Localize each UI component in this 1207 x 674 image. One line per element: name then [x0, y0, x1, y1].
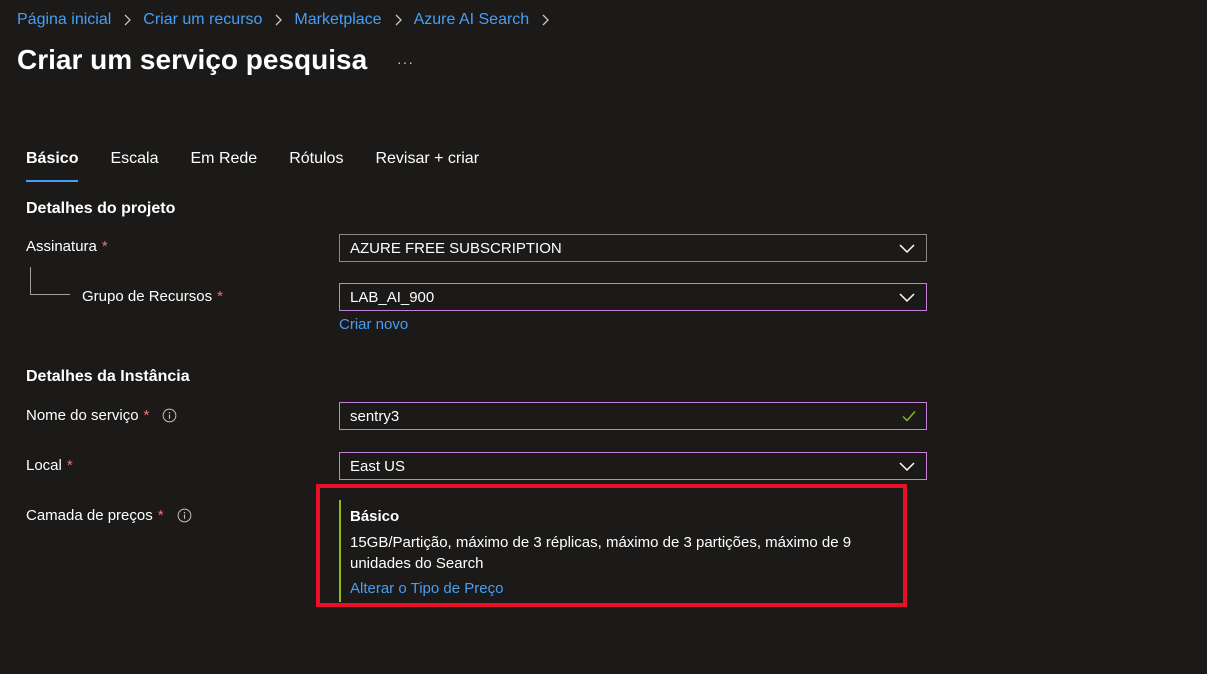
chevron-right-icon — [540, 14, 550, 26]
location-value: East US — [350, 457, 406, 475]
required-marker: * — [66, 457, 73, 474]
location-label-text: Local — [26, 457, 62, 474]
subscription-label-text: Assinatura — [26, 238, 97, 255]
required-marker: * — [217, 288, 223, 305]
chevron-down-icon — [898, 457, 916, 475]
subscription-label: Assinatura * — [26, 238, 108, 255]
chevron-right-icon — [122, 14, 132, 26]
chevron-right-icon — [393, 14, 403, 26]
project-details-heading: Detalhes do projeto — [26, 200, 176, 217]
tab-tags[interactable]: Rótulos — [289, 150, 343, 180]
required-marker: * — [143, 407, 150, 424]
service-name-input[interactable]: sentry3 — [339, 402, 927, 430]
resource-group-value: LAB_AI_900 — [350, 288, 435, 306]
pricing-tier-description: 15GB/Partição, máximo de 3 réplicas, máx… — [350, 534, 852, 572]
info-icon[interactable] — [177, 508, 192, 523]
resource-group-label: Grupo de Recursos * — [82, 288, 223, 305]
instance-details-heading: Detalhes da Instância — [26, 368, 190, 385]
service-name-label-text: Nome do serviço — [26, 407, 139, 424]
required-marker: * — [101, 238, 108, 255]
pricing-tier-summary: Básico 15GB/Partição, máximo de 3 réplic… — [339, 500, 899, 602]
chevron-down-icon — [898, 239, 916, 257]
subscription-dropdown[interactable]: AZURE FREE SUBSCRIPTION — [339, 234, 927, 262]
tab-review-create[interactable]: Revisar + criar — [375, 150, 479, 180]
breadcrumb-marketplace[interactable]: Marketplace — [294, 11, 381, 29]
page-title: Criar um serviço pesquisa — [17, 44, 368, 75]
info-icon[interactable] — [162, 408, 177, 423]
location-dropdown[interactable]: East US — [339, 452, 927, 480]
subscription-value: AZURE FREE SUBSCRIPTION — [350, 239, 562, 257]
more-options-button[interactable]: ··· — [397, 54, 414, 70]
pricing-tier-name: Básico — [350, 508, 400, 525]
chevron-down-icon — [898, 288, 916, 306]
tab-bar: Básico Escala Em Rede Rótulos Revisar + … — [26, 150, 511, 182]
service-name-value: sentry3 — [350, 407, 400, 425]
tab-scale[interactable]: Escala — [110, 150, 158, 180]
breadcrumb-azure-ai-search[interactable]: Azure AI Search — [414, 11, 530, 29]
tree-connector-line — [30, 294, 70, 295]
checkmark-icon — [901, 408, 917, 424]
tree-connector-line — [30, 267, 31, 294]
location-label: Local * — [26, 457, 73, 474]
chevron-right-icon — [273, 14, 283, 26]
required-marker: * — [157, 507, 164, 524]
tab-networking[interactable]: Em Rede — [191, 150, 258, 180]
tab-basics[interactable]: Básico — [26, 150, 79, 182]
breadcrumb-create-resource[interactable]: Criar um recurso — [143, 11, 262, 29]
service-name-label: Nome do serviço * — [26, 407, 177, 424]
pricing-tier-label: Camada de preços * — [26, 507, 192, 524]
breadcrumb: Página inicial Criar um recurso Marketpl… — [17, 9, 561, 31]
create-new-resource-group-link[interactable]: Criar novo — [339, 316, 408, 333]
resource-group-label-text: Grupo de Recursos — [82, 288, 213, 305]
pricing-tier-label-text: Camada de preços — [26, 507, 153, 524]
change-pricing-tier-link[interactable]: Alterar o Tipo de Preço — [350, 580, 503, 597]
resource-group-dropdown[interactable]: LAB_AI_900 — [339, 283, 927, 311]
breadcrumb-home[interactable]: Página inicial — [17, 11, 111, 29]
